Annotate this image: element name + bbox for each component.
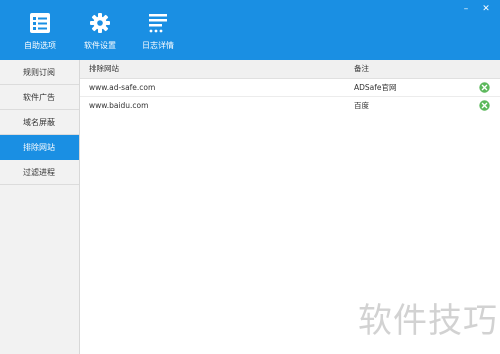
table-row[interactable]: www.baidu.com 百度 xyxy=(80,97,500,114)
toolbar-item-software-settings[interactable]: 软件设置 xyxy=(72,12,128,56)
delete-icon[interactable] xyxy=(479,100,490,111)
log-list-icon xyxy=(149,14,167,33)
watermark: 软件技巧 xyxy=(350,283,500,354)
toolbar-label: 自助选项 xyxy=(24,41,56,50)
toolbar-label: 软件设置 xyxy=(84,41,116,50)
close-button[interactable]: ✕ xyxy=(480,4,492,14)
note-cell: ADSafe官网 xyxy=(354,83,397,92)
site-cell: www.baidu.com xyxy=(89,101,149,110)
column-header-site: 排除网站 xyxy=(89,64,119,73)
app-window: – ✕ 自助选项 软件设置 日志详情 规则订阅 软件广告 域名屏蔽 排除网站 过… xyxy=(0,0,500,354)
sidebar-item-rule-subscription[interactable]: 规则订阅 xyxy=(0,60,79,85)
gear-icon xyxy=(90,13,110,33)
toolbar-item-self-help[interactable]: 自助选项 xyxy=(12,12,68,56)
table-row[interactable]: www.ad-safe.com ADSafe官网 xyxy=(80,79,500,97)
checklist-icon xyxy=(30,13,50,33)
window-controls: – ✕ xyxy=(460,4,492,14)
sidebar-item-software-ads[interactable]: 软件广告 xyxy=(0,85,79,110)
sidebar-item-domain-block[interactable]: 域名屏蔽 xyxy=(0,110,79,135)
toolbar-item-log-details[interactable]: 日志详情 xyxy=(130,12,186,56)
top-toolbar: – ✕ 自助选项 软件设置 日志详情 xyxy=(0,0,500,60)
toolbar-label: 日志详情 xyxy=(142,41,174,50)
sidebar-item-filter-process[interactable]: 过滤进程 xyxy=(0,160,79,185)
table-header: 排除网站 备注 xyxy=(80,60,500,79)
sidebar-item-excluded-sites[interactable]: 排除网站 xyxy=(0,135,79,160)
note-cell: 百度 xyxy=(354,101,369,110)
minimize-button[interactable]: – xyxy=(460,4,472,14)
site-cell: www.ad-safe.com xyxy=(89,83,156,92)
column-header-note: 备注 xyxy=(354,64,369,73)
delete-icon[interactable] xyxy=(479,82,490,93)
sidebar: 规则订阅 软件广告 域名屏蔽 排除网站 过滤进程 xyxy=(0,60,80,354)
watermark-text: 软件技巧 xyxy=(358,301,498,341)
